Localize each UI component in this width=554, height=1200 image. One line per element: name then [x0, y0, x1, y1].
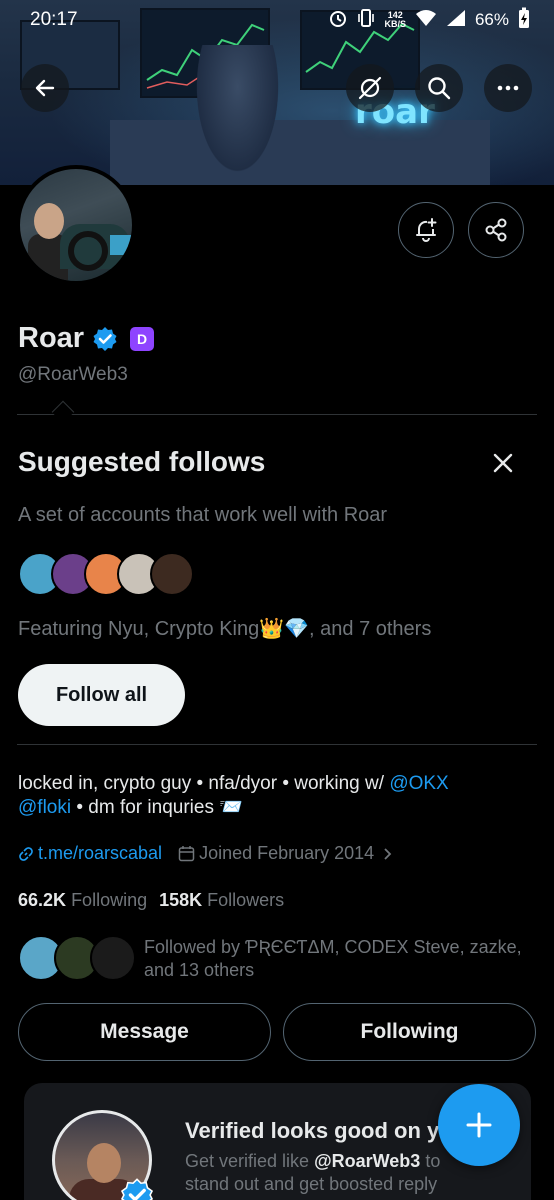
share-icon	[485, 218, 507, 242]
arrow-left-icon	[35, 79, 55, 97]
search-button[interactable]	[415, 64, 463, 112]
following-count: 66.2K	[18, 890, 67, 910]
verified-badge-icon[interactable]	[92, 326, 118, 352]
divider	[17, 414, 537, 415]
followed-by-avatars[interactable]	[18, 935, 138, 985]
suggested-follows-title: Suggested follows	[18, 446, 266, 477]
joined-date: Joined February 2014	[199, 843, 375, 863]
bio-text: locked in, crypto guy • nfa/dyor • worki…	[18, 773, 390, 794]
divider	[17, 744, 537, 745]
search-icon	[428, 77, 451, 100]
verified-badge-icon	[120, 1178, 154, 1200]
compose-post-button[interactable]	[438, 1084, 520, 1166]
avatar-screen	[110, 235, 132, 255]
bio-text: • dm for inquries 📨	[71, 797, 243, 818]
followers-count: 158K	[159, 890, 203, 910]
profile-meta: t.me/roarscabal Joined February 2014	[18, 843, 394, 864]
followed-by-text[interactable]: Followed by ƤƦЄЄƬΔM, CODEX Steve, zazke,…	[144, 936, 539, 982]
chevron-right-icon	[384, 847, 392, 860]
promo-text: Get verified like @RoarWeb3 to stand out…	[185, 1150, 475, 1196]
mention-link[interactable]: @floki	[18, 797, 71, 818]
notifications-subscribe-button[interactable]	[398, 202, 454, 258]
profile-joined[interactable]: Joined February 2014	[178, 843, 394, 864]
grok-button[interactable]	[346, 64, 394, 112]
grok-icon	[358, 76, 382, 100]
suggested-avatars[interactable]	[18, 552, 198, 598]
battery-percent: 66%	[474, 10, 509, 29]
battery-charging-icon	[518, 7, 530, 34]
profile-handle: @RoarWeb3	[18, 364, 128, 385]
close-icon	[493, 453, 513, 473]
suggested-avatar	[150, 552, 194, 596]
profile-name-row: Roar D	[18, 322, 155, 355]
back-button[interactable]	[21, 64, 69, 112]
status-bar: 20:17 142 KB/S 66%	[0, 0, 554, 40]
followers-stat[interactable]: 158K Followers	[159, 890, 284, 911]
profile-bio: locked in, crypto guy • nfa/dyor • worki…	[18, 772, 518, 820]
signal-icon	[446, 9, 466, 32]
network-speed: 142 KB/S	[384, 11, 406, 29]
dismiss-suggestions-button[interactable]	[488, 448, 518, 478]
banner-character	[190, 45, 285, 185]
follower-avatar	[90, 935, 136, 981]
alarm-icon	[328, 8, 348, 33]
following-label: Following	[71, 890, 148, 910]
plus-icon	[466, 1112, 492, 1138]
wifi-icon	[415, 9, 437, 32]
affiliate-badge[interactable]: D	[130, 326, 155, 351]
avatar-wheel	[68, 231, 108, 271]
divider-notch	[51, 400, 75, 424]
promo-title: Verified looks good on yo	[185, 1118, 453, 1143]
message-button[interactable]: Message	[18, 1003, 271, 1061]
avatar-head	[34, 203, 64, 239]
promo-handle: @RoarWeb3	[314, 1151, 421, 1171]
suggested-featuring-text: Featuring Nyu, Crypto King👑💎, and 7 othe…	[18, 618, 432, 640]
link-icon	[19, 846, 33, 861]
vibrate-icon	[357, 8, 375, 33]
promo-text-before: Get verified like	[185, 1151, 315, 1171]
follow-all-button[interactable]: Follow all	[18, 664, 185, 726]
more-options-button[interactable]	[484, 64, 532, 112]
promo-avatar-face	[87, 1143, 121, 1183]
profile-avatar[interactable]	[16, 165, 136, 285]
suggested-follows-description: A set of accounts that work well with Ro…	[18, 504, 388, 526]
website-link[interactable]: t.me/roarscabal	[38, 843, 162, 864]
bell-plus-icon	[416, 218, 437, 242]
mention-link[interactable]: @OKX	[389, 773, 448, 794]
profile-name: Roar	[18, 322, 85, 354]
share-button[interactable]	[468, 202, 524, 258]
calendar-icon	[178, 846, 195, 862]
more-horizontal-icon	[497, 85, 519, 91]
profile-stats: 66.2K Following 158K Followers	[18, 890, 284, 911]
following-stat[interactable]: 66.2K Following	[18, 890, 147, 911]
profile-website[interactable]: t.me/roarscabal	[18, 843, 162, 864]
status-time: 20:17	[30, 9, 78, 30]
network-speed-unit: KB/S	[384, 19, 406, 29]
following-button[interactable]: Following	[283, 1003, 536, 1061]
followers-label: Followers	[207, 890, 285, 910]
